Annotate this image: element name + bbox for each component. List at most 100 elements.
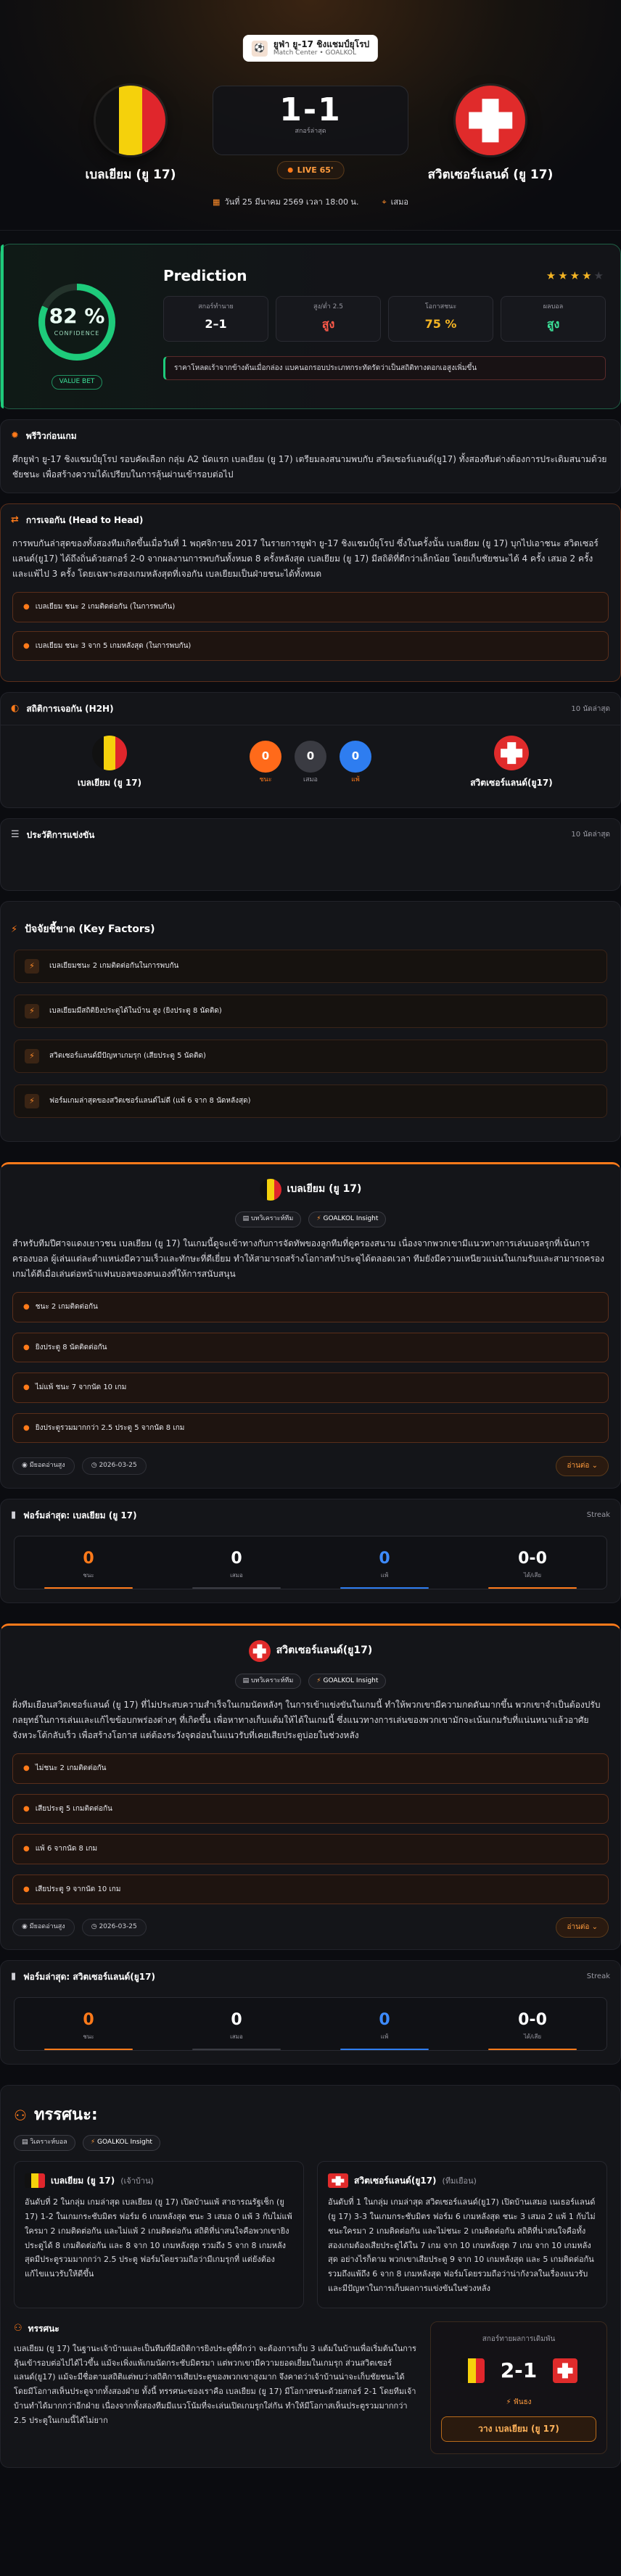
away-team[interactable]: สวิตเซอร์แลนด์ (ยู 17) xyxy=(411,86,570,184)
analysis-home-column: เบลเยียม (ยู 17) (เจ้าบ้าน) อันดับที่ 2 … xyxy=(14,2161,304,2308)
key-factors-card: ⚡ ปัจจัยชี้ขาด (Key Factors) ⚡ เบลเยียมชน… xyxy=(0,901,621,1142)
analysis-home-name: เบลเยียม (ยู 17) xyxy=(51,2175,115,2186)
h2h-alert-text: เบลเยียม ชนะ 2 เกมติดต่อกัน (ในการพบกัน) xyxy=(35,603,176,612)
h2h-stats-row: เบลเยียม (ยู 17) 0 ชนะ 0 เสมอ 0 แพ้ สวิตเซอ… xyxy=(1,725,620,807)
key-factor-text: สวิตเซอร์แลนด์มีปัญหาเกมรุก (เสียประตู 5… xyxy=(49,1052,206,1061)
home-team-name: เบลเยียม (ยู 17) xyxy=(85,168,176,182)
analysis-tag: ▤ บทวิเคราะห์ทีม xyxy=(234,1673,302,1690)
date-text: 2026-03-25 xyxy=(99,1923,137,1931)
away-form-losses: 0 แพ้ xyxy=(310,1998,458,2051)
read-more-button[interactable]: อ่านต่อ ⌄ xyxy=(556,1456,609,1476)
location-pin-icon: ⌖ xyxy=(382,197,387,207)
analysis-away-column: สวิตเซอร์แลนด์(ยู17) (ทีมเยือน) อันดับที… xyxy=(317,2161,607,2308)
league-subtitle: Match Center • GOALKOL xyxy=(273,49,357,57)
away-team-point: ● ไม่ชนะ 2 เกมติดต่อกัน xyxy=(12,1753,609,1784)
key-factor-item: ⚡ เบลเยียมชนะ 2 เกมติดต่อกันในการพบกัน xyxy=(14,949,607,983)
key-factor-text: เบลเยียมมีสถิติยิงประตูได้ในบ้าน สูง (ยิ… xyxy=(49,1007,222,1016)
bullet-icon: ● xyxy=(23,1764,30,1773)
match-hero: ⚽ ยูฟ่า ยู-17 ชิงแชมป์ยุโรป Match Center… xyxy=(0,0,621,231)
away-form-losses-bar xyxy=(340,2049,429,2051)
star-icon: ★ xyxy=(569,268,583,282)
history-header[interactable]: ☰ ประวัติการแข่งขัน 10 นัดล่าสุด xyxy=(1,819,620,851)
belgium-flag-icon xyxy=(96,86,165,155)
league-badge[interactable]: ⚽ ยูฟ่า ยู-17 ชิงแชมป์ยุโรป Match Center… xyxy=(242,35,379,62)
read-more-button[interactable]: อ่านต่อ ⌄ xyxy=(556,1917,609,1938)
predicted-score-label: สกอร์ทายผลการเดิมพัน xyxy=(482,2334,556,2343)
bolt-icon: ⚡ xyxy=(316,1215,321,1223)
preview-header: ✹ พรีวิวก่อนเกม xyxy=(1,420,620,452)
live-status-text: LIVE 65' xyxy=(297,165,334,175)
lightning-icon: ⚡ xyxy=(25,1093,39,1108)
away-form-wins-bar xyxy=(44,2049,133,2051)
switzerland-flag-icon xyxy=(553,2358,578,2383)
prediction-box-value: 75 % xyxy=(424,316,457,331)
away-form-losses-label: แพ้ xyxy=(380,2033,389,2041)
handshake-icon: ⇄ xyxy=(11,514,19,526)
rating-stars: ★★★★★ xyxy=(546,268,606,284)
analysis-home-sub: (เจ้าบ้าน) xyxy=(120,2176,154,2186)
analysis-home-text: อันดับที่ 2 ในกลุ่ม เกมล่าสุด เบลเยียม (… xyxy=(25,2197,292,2279)
date-text: 2026-03-25 xyxy=(99,1462,137,1470)
belgium-flag-icon xyxy=(259,1178,281,1201)
match-venue-text: เสมอ xyxy=(390,197,408,207)
stats-icon: ◐ xyxy=(11,703,20,715)
analysis-header: ⚇ ทรรศนะ: xyxy=(1,2096,620,2128)
analysis-icon: ⚇ xyxy=(14,2106,27,2124)
bullet-icon: ● xyxy=(23,1383,30,1392)
h2h-away-team[interactable]: สวิตเซอร์แลนด์(ยู17) xyxy=(453,736,569,790)
match-date-text: วันที่ 25 มีนาคม 2569 เวลา 18:00 น. xyxy=(224,197,359,207)
place-bet-button[interactable]: วาง เบลเยียม (ยู 17) xyxy=(441,2416,596,2442)
score: 1-1 xyxy=(279,91,342,128)
away-form-losses-value: 0 xyxy=(379,2011,390,2030)
bolt-icon: ⚡ xyxy=(90,2139,96,2147)
tip-text: ฟันธง xyxy=(513,2398,532,2406)
home-team-tags: ▤ บทวิเคราะห์ทีม ⚡ GOALKOL Insight xyxy=(12,1211,609,1228)
h2h-away-name: สวิตเซอร์แลนด์(ยู17) xyxy=(470,778,553,789)
home-form-draws: 0 เสมอ xyxy=(163,1536,310,1589)
eye-icon: ◉ xyxy=(22,1462,28,1470)
home-team[interactable]: เบลเยียม (ยู 17) xyxy=(51,86,210,184)
h2h-home-team[interactable]: เบลเยียม (ยู 17) xyxy=(52,736,168,790)
chevron-down-icon: ⌄ xyxy=(591,1923,598,1932)
prediction-box: ผลบอล สูง xyxy=(501,296,606,342)
lightning-icon: ⚡ xyxy=(25,958,39,974)
h2h-stat-circles: 0 ชนะ 0 เสมอ 0 แพ้ xyxy=(250,740,371,786)
fire-icon: ✹ xyxy=(11,429,19,441)
bullet-icon: ● xyxy=(23,1343,30,1351)
insight-tag-text: GOALKOL Insight xyxy=(323,1676,379,1684)
analysis-away-sub: (ทีมเยือน) xyxy=(442,2176,477,2186)
h2h-home-name: เบลเยียม (ยู 17) xyxy=(77,778,142,789)
league-logo-icon: ⚽ xyxy=(251,40,268,57)
prediction-box-value: สูง xyxy=(321,316,335,331)
h2h-card: ⇄ การเจอกัน (Head to Head) การพบกันล่าสุ… xyxy=(0,503,621,683)
key-factors-title: ปัจจัยชี้ขาด (Key Factors) xyxy=(25,923,155,936)
h2h-text: การพบกันล่าสุดของทั้งสองทีมเกิดขึ้นเมื่อ… xyxy=(12,538,599,580)
prediction-box: สูง/ต่ำ 2.5 สูง xyxy=(276,296,381,342)
home-team-point: ● ไม่แพ้ ชนะ 7 จากนัด 10 เกม xyxy=(12,1373,609,1403)
value-bet-badge: VALUE BET xyxy=(51,375,103,390)
belgium-flag-icon xyxy=(459,2358,485,2383)
key-factor-item: ⚡ สวิตเซอร์แลนด์มีปัญหาเกมรุก (เสียประตู … xyxy=(14,1039,607,1073)
h2h-losses: 0 แพ้ xyxy=(340,740,371,786)
star-icon: ★ xyxy=(558,268,570,282)
analysis-final-head: ทรรศนะ xyxy=(28,2323,59,2334)
away-team-card-name: สวิตเซอร์แลนด์(ยู17) xyxy=(276,1645,373,1657)
h2h-alert: ● เบลเยียม ชนะ 2 เกมติดต่อกัน (ในการพบกัน… xyxy=(12,592,609,622)
insight-tag: ⚡ GOALKOL Insight xyxy=(308,1211,387,1228)
home-form-goals-value: 0-0 xyxy=(518,1549,547,1568)
home-team-point: ● ชนะ 2 เกมติดต่อกัน xyxy=(12,1292,609,1322)
clock-icon: ◷ xyxy=(91,1462,97,1470)
h2h-draws: 0 เสมอ xyxy=(295,740,326,786)
home-team-points: ● ชนะ 2 เกมติดต่อกัน ● ยิงประตู 8 นัดติดต่… xyxy=(12,1292,609,1444)
away-team-name: สวิตเซอร์แลนด์ (ยู 17) xyxy=(427,168,554,182)
analysis-tag-text: วิเคราะห์บอล xyxy=(30,2139,67,2147)
analysis-away-name: สวิตเซอร์แลนด์(ยู17) xyxy=(354,2175,437,2186)
home-team-point-text: ยิงประตูรวมมากกว่า 2.5 ประตู 5 จากนัด 8 … xyxy=(35,1423,185,1432)
switzerland-flag-icon xyxy=(248,1639,271,1662)
away-team-footer: ◉ มียอดอ่านสูง ◷ 2026-03-25 อ่านต่อ ⌄ xyxy=(12,1917,609,1938)
confidence-value: 82 % xyxy=(49,303,105,328)
away-form-draws-value: 0 xyxy=(231,2011,242,2030)
predicted-score: 2-1 xyxy=(500,2358,538,2383)
prediction-box-label: สูง/ต่ำ 2.5 xyxy=(313,303,343,310)
home-form-losses: 0 แพ้ xyxy=(310,1536,458,1589)
